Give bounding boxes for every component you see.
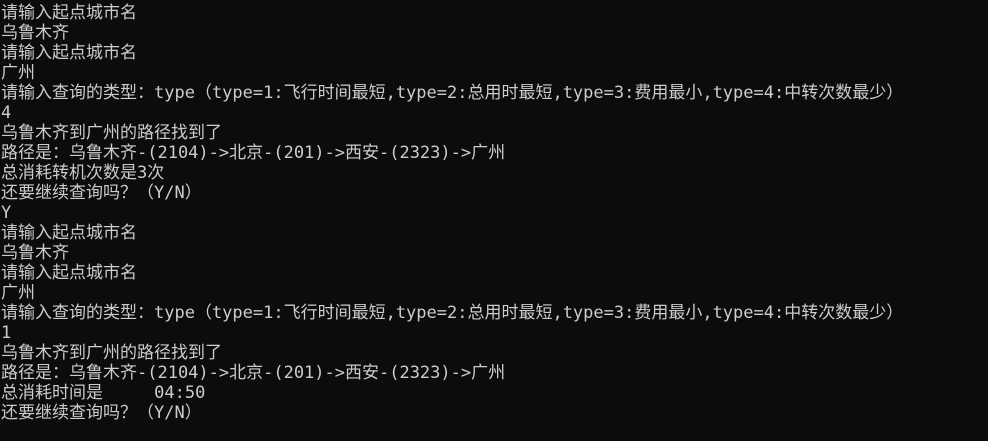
user-input-end-city: 广州 bbox=[1, 283, 35, 303]
prompt-continue: 还要继续查询吗？（Y/N） bbox=[1, 403, 202, 423]
user-input-continue: Y bbox=[1, 203, 12, 223]
result-route: 路径是：乌鲁木齐-(2104)->北京-(201)->西安-(2323)->广州 bbox=[1, 363, 506, 383]
prompt-query-type: 请输入查询的类型：type（type=1:飞行时间最短,type=2:总用时最短… bbox=[1, 83, 904, 103]
result-total-time: 总消耗时间是 04:50 bbox=[1, 383, 206, 403]
console-output[interactable]: 请输入起点城市名 乌鲁木齐 请输入起点城市名 广州 请输入查询的类型：type（… bbox=[0, 0, 988, 441]
result-route: 路径是：乌鲁木齐-(2104)->北京-(201)->西安-(2323)->广州 bbox=[1, 143, 506, 163]
prompt-query-type: 请输入查询的类型：type（type=1:飞行时间最短,type=2:总用时最短… bbox=[1, 303, 904, 323]
user-input-query-type: 4 bbox=[1, 103, 12, 123]
result-transfer-count: 总消耗转机次数是3次 bbox=[1, 163, 165, 183]
prompt-start-city: 请输入起点城市名 bbox=[1, 223, 137, 243]
result-path-found: 乌鲁木齐到广州的路径找到了 bbox=[1, 123, 222, 143]
prompt-start-city: 请输入起点城市名 bbox=[1, 43, 137, 63]
user-input-query-type: 1 bbox=[1, 323, 12, 343]
prompt-continue: 还要继续查询吗？（Y/N） bbox=[1, 183, 202, 203]
user-input-start-city: 乌鲁木齐 bbox=[1, 23, 69, 43]
prompt-start-city: 请输入起点城市名 bbox=[1, 263, 137, 283]
prompt-start-city: 请输入起点城市名 bbox=[1, 3, 137, 23]
user-input-start-city: 乌鲁木齐 bbox=[1, 243, 69, 263]
user-input-end-city: 广州 bbox=[1, 63, 35, 83]
result-path-found: 乌鲁木齐到广州的路径找到了 bbox=[1, 343, 222, 363]
